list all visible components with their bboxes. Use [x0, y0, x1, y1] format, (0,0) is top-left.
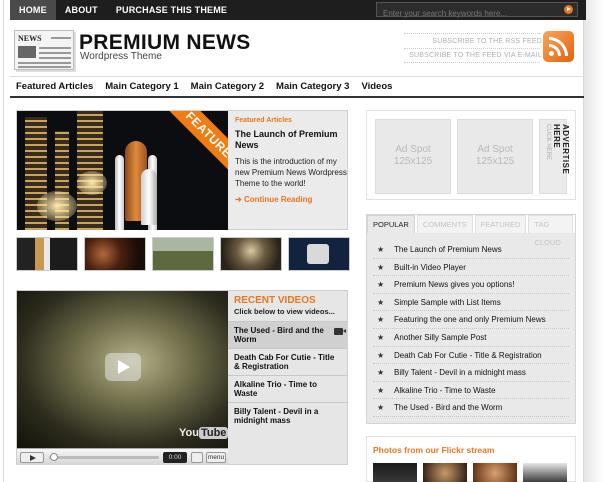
tab-comments[interactable]: COMMENTS	[416, 215, 473, 233]
time-display: 0:00	[163, 452, 187, 463]
flickr-photo[interactable]	[423, 463, 467, 482]
rss-icon[interactable]	[543, 31, 574, 62]
featured-label: Featured Articles	[235, 117, 292, 124]
video-item[interactable]: Alkaline Trio - Time to Waste	[228, 375, 348, 402]
advertise-here-link[interactable]: CLICK HERE ADVERTISE HERE	[539, 119, 570, 194]
featured-box: FEATURED Featured Articles The Launch of…	[16, 110, 348, 230]
email-feed-link[interactable]: SUBSCRIBE TO THE FEED VIA E-MAIL	[409, 52, 542, 59]
nav-purchase[interactable]: PURCHASE THIS THEME	[107, 0, 236, 20]
video-list: RECENT VIDEOS Click below to view videos…	[228, 291, 348, 429]
youtube-logo: You Tube	[179, 427, 228, 439]
video-item[interactable]: Death Cab For Cutie - Title & Registrati…	[228, 348, 348, 375]
star-icon: ★	[377, 280, 385, 290]
star-icon: ★	[377, 332, 385, 342]
star-icon: ★	[377, 245, 385, 254]
popular-list: ★ The Launch of Premium News ★ Built-in Vi…	[367, 241, 575, 417]
star-icon: ★	[377, 315, 385, 325]
star-icon: ★	[377, 385, 385, 395]
star-icon: ★	[377, 368, 385, 378]
arrow-right-icon: ➔	[235, 195, 242, 204]
flickr-title: Photos from our Flickr stream	[373, 445, 495, 455]
ad-spot-1[interactable]: Ad Spot 125x125	[375, 119, 451, 194]
volume-icon[interactable]	[191, 452, 203, 463]
video-item[interactable]: Billy Talent - Devil in a midnight mass	[228, 402, 348, 429]
list-item[interactable]: ★ The Used - Bird and the Worm	[373, 399, 569, 417]
tab-tag-cloud[interactable]: TAG CLOUD	[528, 215, 573, 247]
newspaper-logo-icon[interactable]: NEWS	[14, 30, 74, 70]
star-icon: ★	[377, 262, 385, 272]
recent-videos-title: RECENT VIDEOS	[234, 295, 316, 306]
category-nav: Featured Articles Main Category 1 Main C…	[10, 76, 584, 98]
play-icon[interactable]	[105, 353, 141, 381]
featured-thumb-2[interactable]	[84, 237, 146, 271]
star-icon: ★	[377, 297, 385, 307]
video-box: You Tube 0:00 menu RECENT VIDEOS Click be…	[16, 290, 348, 465]
list-item[interactable]: ★ Built-in Video Player	[373, 259, 569, 277]
list-item[interactable]: ★ Billy Talent - Devil in a midnight mass	[373, 364, 569, 382]
seek-handle[interactable]	[50, 453, 58, 461]
top-bar: HOME ABOUT PURCHASE THIS THEME	[10, 0, 586, 20]
featured-ribbon: FEATURED	[165, 111, 228, 185]
continue-reading-link[interactable]: Continue Reading	[244, 195, 312, 204]
list-item[interactable]: ★ Simple Sample with List Items	[373, 294, 569, 312]
star-icon: ★	[377, 350, 385, 360]
tab-featured[interactable]: FEATURED	[474, 215, 527, 233]
tab-popular[interactable]: POPULAR	[367, 215, 415, 233]
list-item[interactable]: ★ Premium News gives you options!	[373, 276, 569, 294]
cat-main-2[interactable]: Main Category 2	[185, 77, 270, 96]
tabbed-widget: POPULAR COMMENTS FEATURED TAG CLOUD ★ The…	[366, 214, 576, 424]
flickr-photo[interactable]	[373, 463, 417, 482]
video-player[interactable]: You Tube	[17, 291, 228, 448]
featured-thumb-1[interactable]	[16, 237, 78, 271]
list-item[interactable]: ★ Featuring the one and only Premium News	[373, 311, 569, 329]
ad-spot-2[interactable]: Ad Spot 125x125	[457, 119, 533, 194]
flickr-photo[interactable]	[473, 463, 517, 482]
nav-home[interactable]: HOME	[10, 0, 56, 20]
ad-area: Ad Spot 125x125 Ad Spot 125x125 CLICK HE…	[366, 110, 576, 200]
star-icon: ★	[377, 403, 385, 413]
cat-videos[interactable]: Videos	[355, 77, 398, 96]
cat-main-1[interactable]: Main Category 1	[99, 77, 184, 96]
video-camera-icon	[334, 328, 346, 335]
cat-main-3[interactable]: Main Category 3	[270, 77, 355, 96]
featured-thumb-4[interactable]	[220, 237, 282, 271]
search-input[interactable]	[377, 7, 557, 20]
site-subtitle: Wordpress Theme	[80, 51, 162, 62]
video-item[interactable]: The Used - Bird and the Worm	[228, 321, 348, 348]
list-item[interactable]: ★ Another Silly Sample Post	[373, 329, 569, 347]
nav-about[interactable]: ABOUT	[56, 0, 107, 20]
list-item[interactable]: ★ Alkaline Trio - Time to Waste	[373, 382, 569, 400]
flickr-widget: Photos from our Flickr stream	[366, 436, 576, 482]
featured-image[interactable]: FEATURED	[17, 111, 228, 230]
rss-feed-link[interactable]: SUBSCRIBE TO THE RSS FEED	[432, 38, 542, 45]
list-item[interactable]: ★ The Launch of Premium News	[373, 241, 569, 259]
page-shadow	[584, 0, 604, 482]
featured-thumb-3[interactable]	[152, 237, 214, 271]
top-nav: HOME ABOUT PURCHASE THIS THEME	[10, 0, 236, 20]
featured-excerpt: This is the introduction of my new Premi…	[235, 157, 347, 188]
seek-bar[interactable]	[49, 456, 159, 459]
recent-videos-subtitle: Click below to view videos...	[234, 307, 335, 316]
logo-text: NEWS	[18, 34, 42, 43]
featured-thumb-5[interactable]	[288, 237, 350, 271]
menu-button[interactable]: menu	[206, 452, 226, 463]
flickr-photo[interactable]	[523, 463, 567, 482]
featured-title[interactable]: The Launch of Premium News	[235, 129, 347, 151]
tab-bar: POPULAR COMMENTS FEATURED TAG CLOUD	[367, 215, 575, 247]
player-controls: 0:00 menu	[17, 448, 228, 465]
cat-featured-articles[interactable]: Featured Articles	[10, 77, 99, 96]
arrow-right-icon[interactable]	[564, 5, 573, 14]
list-item[interactable]: ★ Death Cab For Cutie - Title & Registrat…	[373, 347, 569, 365]
search-box	[376, 2, 578, 20]
play-button[interactable]	[20, 452, 44, 463]
